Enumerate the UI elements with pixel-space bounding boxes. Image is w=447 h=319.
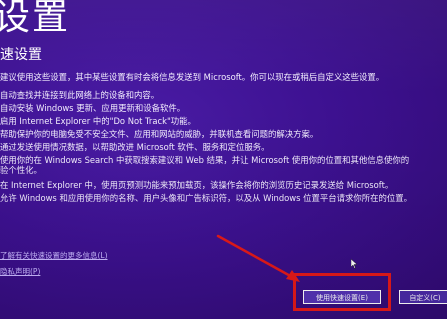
bullet-usage-data: 通过发送使用情况数据，以帮助改进 Microsoft 软件、服务和定位服务。 bbox=[0, 142, 270, 152]
privacy-statement-link[interactable]: 隐私声明(P) bbox=[0, 266, 40, 277]
section-title: 速设置 bbox=[0, 47, 42, 63]
mouse-cursor-icon bbox=[351, 259, 357, 269]
bullet-network: 自动查找并连接到此网络上的设备和内容。 bbox=[0, 90, 160, 100]
learn-more-link[interactable]: 了解有关快速设置的更多信息(L) bbox=[0, 250, 108, 261]
express-settings-button[interactable]: 使用快速设置(E) bbox=[303, 290, 381, 304]
bullet-search: 使用你的在 Windows Search 中获取搜索建议和 Web 结果，并让 … bbox=[0, 155, 410, 165]
bullet-protection: 帮助保护你的电脑免受不安全文件、应用和网站的威胁，并联机查看问题的解决方案。 bbox=[0, 129, 319, 139]
oobe-screen: 设置 速设置 建议使用这些设置，其中某些设置有时会将信息发送到 Microsof… bbox=[0, 0, 447, 319]
customize-button[interactable]: 自定义(C) bbox=[399, 290, 447, 304]
bullet-search-continued: 验个性化。 bbox=[0, 165, 42, 175]
intro-text: 建议使用这些设置，其中某些设置有时会将信息发送到 Microsoft。你可以现在… bbox=[0, 72, 385, 82]
bullet-updates: 自动安装 Windows 更新、应用更新和设备软件。 bbox=[0, 103, 186, 113]
bullet-page-prediction: 在 Internet Explorer 中，使用页预测功能来预加载页，该操作会将… bbox=[0, 180, 394, 190]
page-title: 设置 bbox=[0, 0, 71, 38]
bullet-advertising-id: 允许 Windows 和应用使用你的名称、用户头像和广告标识符，以及从 Wind… bbox=[0, 193, 413, 203]
bullet-do-not-track: 启用 Internet Explorer 中的"Do Not Track"功能。 bbox=[0, 116, 196, 126]
